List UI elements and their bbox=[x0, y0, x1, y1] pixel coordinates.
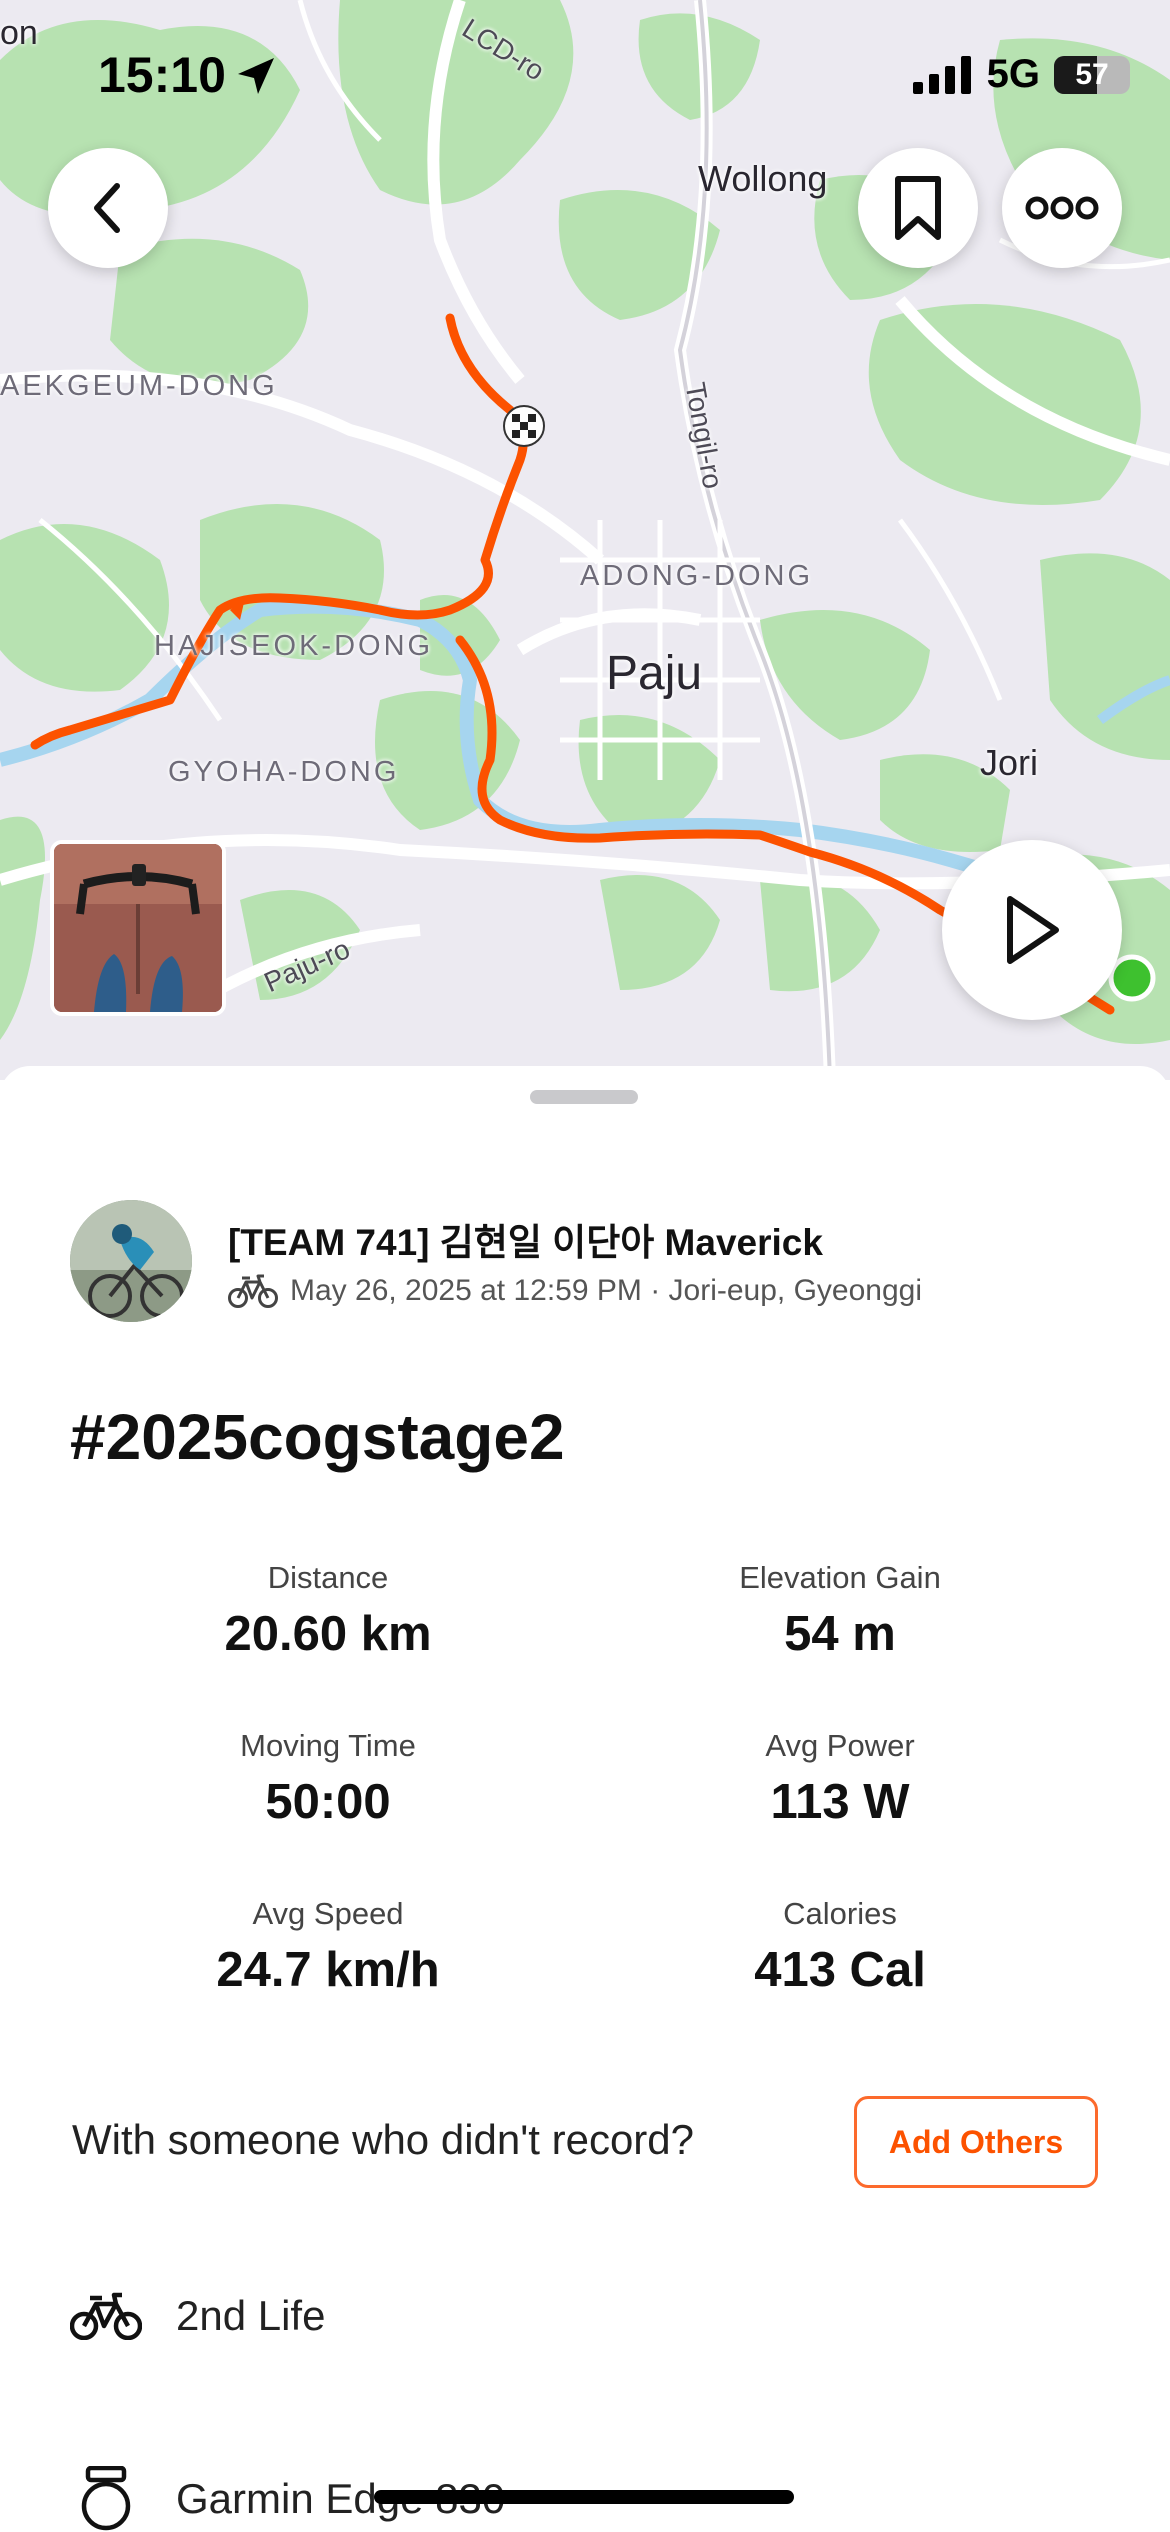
bike-icon bbox=[70, 2292, 142, 2340]
stat-avg-speed: Avg Speed 24.7 km/h bbox=[98, 1896, 558, 1998]
play-flyover-button[interactable] bbox=[942, 840, 1122, 1020]
map-label-paju: Paju bbox=[606, 647, 703, 700]
activity-title: #2025cogstage2 bbox=[70, 1401, 565, 1473]
athlete-name[interactable]: [TEAM 741] 김현일 이단아 Maverick bbox=[228, 1212, 823, 1266]
status-right: 5G 57 bbox=[912, 52, 1130, 97]
more-options-button[interactable] bbox=[1002, 148, 1122, 268]
back-button[interactable] bbox=[48, 148, 168, 268]
stat-calories: Calories 413 Cal bbox=[610, 1896, 1070, 1998]
map-label-gyoha: GYOHA-DONG bbox=[168, 756, 400, 788]
map-label-jori: Jori bbox=[980, 742, 1039, 783]
location-arrow-icon bbox=[238, 58, 274, 94]
with-others-prompt: With someone who didn't record? bbox=[72, 2116, 695, 2163]
stat-moving-time: Moving Time 50:00 bbox=[98, 1728, 558, 1830]
bookmark-icon bbox=[895, 176, 941, 240]
stat-value: 50:00 bbox=[265, 1775, 391, 1829]
add-others-button[interactable]: Add Others bbox=[854, 2096, 1098, 2188]
activity-detail-sheet: [TEAM 741] 김현일 이단아 Maverick May 26, 2025… bbox=[0, 1066, 1170, 2532]
map-label-edge: on bbox=[0, 14, 38, 52]
map-label-aekgeum: AEKGEUM-DONG bbox=[0, 370, 278, 402]
stat-label: Moving Time bbox=[240, 1728, 416, 1763]
stat-distance: Distance 20.60 km bbox=[98, 1560, 558, 1662]
stat-label: Avg Power bbox=[765, 1728, 915, 1763]
stat-value: 413 Cal bbox=[754, 1943, 926, 1997]
avatar[interactable] bbox=[70, 1200, 192, 1322]
stat-value: 20.60 km bbox=[224, 1607, 432, 1661]
gear-row-bike[interactable]: 2nd Life bbox=[70, 2292, 325, 2340]
stat-label: Distance bbox=[267, 1560, 389, 1595]
stat-label: Calories bbox=[783, 1896, 897, 1931]
battery-level: 57 bbox=[1075, 57, 1109, 91]
stat-label: Avg Speed bbox=[252, 1896, 404, 1931]
status-time: 15:10 bbox=[98, 47, 226, 103]
map-label-wollong: Wollong bbox=[698, 158, 828, 199]
stat-label: Elevation Gain bbox=[739, 1560, 941, 1595]
finish-flag-icon bbox=[503, 405, 545, 447]
home-indicator[interactable] bbox=[374, 2490, 794, 2504]
chevron-left-icon bbox=[94, 183, 120, 233]
activity-meta: May 26, 2025 at 12:59 PM · Jori-eup, Gye… bbox=[228, 1274, 922, 1308]
stat-avg-power: Avg Power 113 W bbox=[610, 1728, 1070, 1830]
network-type: 5G bbox=[986, 52, 1040, 96]
map-label-hajiseok: HAJISEOK-DONG bbox=[154, 630, 434, 662]
bookmark-button[interactable] bbox=[858, 148, 978, 268]
activity-date-location: May 26, 2025 at 12:59 PM · Jori-eup, Gye… bbox=[290, 1274, 923, 1307]
gear-label: 2nd Life bbox=[176, 2292, 326, 2339]
watch-icon bbox=[81, 2466, 131, 2531]
stat-elevation-gain: Elevation Gain 54 m bbox=[610, 1560, 1070, 1662]
more-dots-icon bbox=[1025, 196, 1099, 220]
stat-value: 54 m bbox=[784, 1607, 896, 1661]
start-marker-icon bbox=[1108, 954, 1156, 1002]
play-icon bbox=[1007, 896, 1059, 964]
map-label-adong: ADONG-DONG bbox=[580, 560, 813, 592]
stat-value: 24.7 km/h bbox=[216, 1943, 440, 1997]
bike-icon bbox=[228, 1274, 278, 1308]
activity-photo-thumbnail[interactable] bbox=[50, 840, 226, 1016]
battery-icon: 57 bbox=[1054, 55, 1130, 94]
cellular-signal-icon bbox=[912, 55, 971, 94]
sheet-grabber[interactable] bbox=[530, 1090, 638, 1104]
stat-value: 113 W bbox=[770, 1775, 910, 1829]
